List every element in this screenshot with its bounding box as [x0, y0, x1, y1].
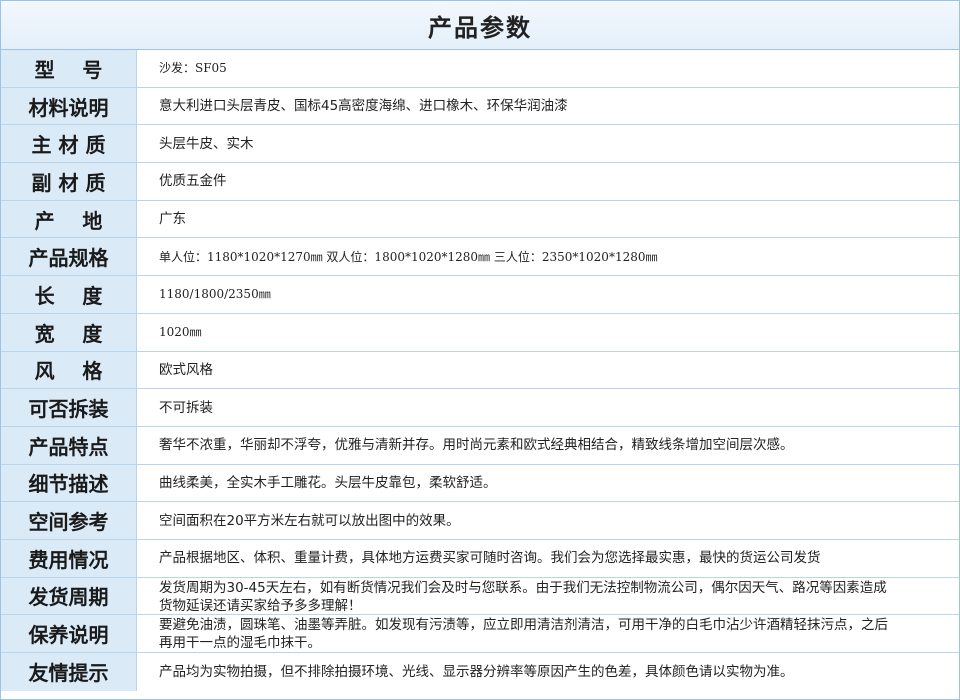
param-rows: 型 号 沙发：SF05 材料说明 意大利进口头层青皮、国标45高密度海绵、进口橡木、环…: [1, 50, 959, 691]
param-label: 保养说明: [1, 615, 137, 652]
param-value-text: 曲线柔美，全实木手工雕花。头层牛皮靠包，柔软舒适。: [159, 474, 497, 491]
param-label: 发货周期: [1, 577, 137, 615]
param-value-text: 1180/1800/2350㎜: [159, 287, 271, 302]
param-value-text: 欧式风格: [159, 361, 213, 378]
param-value: 产品均为实物拍摄，但不排除拍摄环境、光线、显示器分辨率等原因产生的色差，具体颜色…: [137, 653, 959, 691]
param-value: 单人位：1180*1020*1270㎜ 双人位：1800*1020*1280㎜ …: [137, 238, 959, 275]
param-value: 曲线柔美，全实木手工雕花。头层牛皮靠包，柔软舒适。: [137, 465, 959, 502]
row-length: 长 度 1180/1800/2350㎜: [1, 276, 959, 314]
param-label: 型 号: [1, 50, 137, 87]
param-value-text: 单人位：1180*1020*1270㎜ 双人位：1800*1020*1280㎜ …: [159, 249, 658, 264]
row-space: 空间参考 空间面积在20平方米左右就可以放出图中的效果。: [1, 502, 959, 540]
param-value-text: 不可拆装: [159, 399, 213, 416]
param-value-text: 沙发：SF05: [159, 61, 227, 76]
param-label: 产品规格: [1, 238, 137, 276]
table-title: 产品参数: [1, 1, 959, 50]
row-cost: 费用情况 产品根据地区、体积、重量计费，具体地方运费买家可随时咨询。我们会为您选择…: [1, 539, 959, 578]
param-label: 产 地: [1, 200, 137, 238]
row-main-material: 主 材 质 头层牛皮、实木: [1, 125, 959, 164]
param-label: 长 度: [1, 276, 137, 313]
param-value: 优质五金件: [137, 163, 959, 200]
param-label: 主 材 质: [1, 125, 137, 163]
param-label: 宽 度: [1, 313, 137, 351]
row-style: 风 格 欧式风格: [1, 351, 959, 390]
row-origin: 产 地 广东: [1, 200, 959, 239]
row-details: 细节描述 曲线柔美，全实木手工雕花。头层牛皮靠包，柔软舒适。: [1, 464, 959, 503]
param-value-text: 头层牛皮、实木: [159, 135, 254, 152]
param-value: 发货周期为30-45天左右，如有断货情况我们会及时与您联系。由于我们无法控制物流…: [137, 578, 959, 615]
row-width: 宽 度 1020㎜: [1, 313, 959, 352]
param-value: 要避免油渍，圆珠笔、油墨等弄脏。如发现有污渍等，应立即用清洁剂清洁，可用干净的白…: [137, 615, 959, 652]
row-maintenance: 保养说明 要避免油渍，圆珠笔、油墨等弄脏。如发现有污渍等，应立即用清洁剂清洁，可用…: [1, 615, 959, 653]
param-label: 风 格: [1, 351, 137, 389]
product-params-table: 产品参数 型 号 沙发：SF05 材料说明 意大利进口头层青皮、国标45高密度海绵、进…: [0, 0, 960, 700]
param-value: 空间面积在20平方米左右就可以放出图中的效果。: [137, 502, 959, 539]
param-value-text: 空间面积在20平方米左右就可以放出图中的效果。: [159, 512, 460, 529]
row-sub-material: 副 材 质 优质五金件: [1, 163, 959, 201]
param-value: 头层牛皮、实木: [137, 125, 959, 162]
param-value: 欧式风格: [137, 352, 959, 389]
param-value-text: 要避免油渍，圆珠笔、油墨等弄脏。如发现有污渍等，应立即用清洁剂清洁，可用干净的白…: [159, 617, 888, 652]
row-tips: 友情提示 产品均为实物拍摄，但不排除拍摄环境、光线、显示器分辨率等原因产生的色差，…: [1, 653, 959, 691]
param-value: 奢华不浓重，华丽却不浮夸，优雅与清新并存。用时尚元素和欧式经典相结合，精致线条增…: [137, 427, 959, 464]
param-value-text: 意大利进口头层青皮、国标45高密度海绵、进口橡木、环保华润油漆: [159, 98, 568, 115]
row-model: 型 号 沙发：SF05: [1, 50, 959, 88]
param-value-text: 发货周期为30-45天左右，如有断货情况我们会及时与您联系。由于我们无法控制物流…: [159, 579, 887, 614]
param-label: 费用情况: [1, 539, 137, 577]
row-material-desc: 材料说明 意大利进口头层青皮、国标45高密度海绵、进口橡木、环保华润油漆: [1, 87, 959, 126]
row-spec: 产品规格 单人位：1180*1020*1270㎜ 双人位：1800*1020*12…: [1, 238, 959, 277]
row-shipping: 发货周期 发货周期为30-45天左右，如有断货情况我们会及时与您联系。由于我们无法…: [1, 577, 959, 616]
param-label: 细节描述: [1, 464, 137, 502]
param-value: 不可拆装: [137, 389, 959, 426]
param-label: 材料说明: [1, 87, 137, 125]
param-value-text: 奢华不浓重，华丽却不浮夸，优雅与清新并存。用时尚元素和欧式经典相结合，精致线条增…: [159, 437, 794, 454]
param-label: 空间参考: [1, 502, 137, 539]
param-label: 可否拆装: [1, 389, 137, 426]
param-value-text: 优质五金件: [159, 173, 227, 190]
param-value: 1180/1800/2350㎜: [137, 276, 959, 313]
row-detachable: 可否拆装 不可拆装: [1, 389, 959, 427]
param-value-text: 广东: [159, 211, 186, 228]
row-features: 产品特点 奢华不浓重，华丽却不浮夸，优雅与清新并存。用时尚元素和欧式经典相结合，精…: [1, 426, 959, 465]
param-value: 广东: [137, 201, 959, 238]
param-value: 意大利进口头层青皮、国标45高密度海绵、进口橡木、环保华润油漆: [137, 88, 959, 125]
param-label: 产品特点: [1, 426, 137, 464]
param-value-text: 1020㎜: [159, 325, 202, 340]
param-value-text: 产品均为实物拍摄，但不排除拍摄环境、光线、显示器分辨率等原因产生的色差，具体颜色…: [159, 663, 794, 680]
param-label: 副 材 质: [1, 163, 137, 200]
param-value: 1020㎜: [137, 314, 959, 351]
param-value: 沙发：SF05: [137, 50, 959, 87]
param-value-text: 产品根据地区、体积、重量计费，具体地方运费买家可随时咨询。我们会为您选择最实惠，…: [159, 550, 821, 567]
param-label: 友情提示: [1, 653, 137, 691]
param-value: 产品根据地区、体积、重量计费，具体地方运费买家可随时咨询。我们会为您选择最实惠，…: [137, 540, 959, 577]
